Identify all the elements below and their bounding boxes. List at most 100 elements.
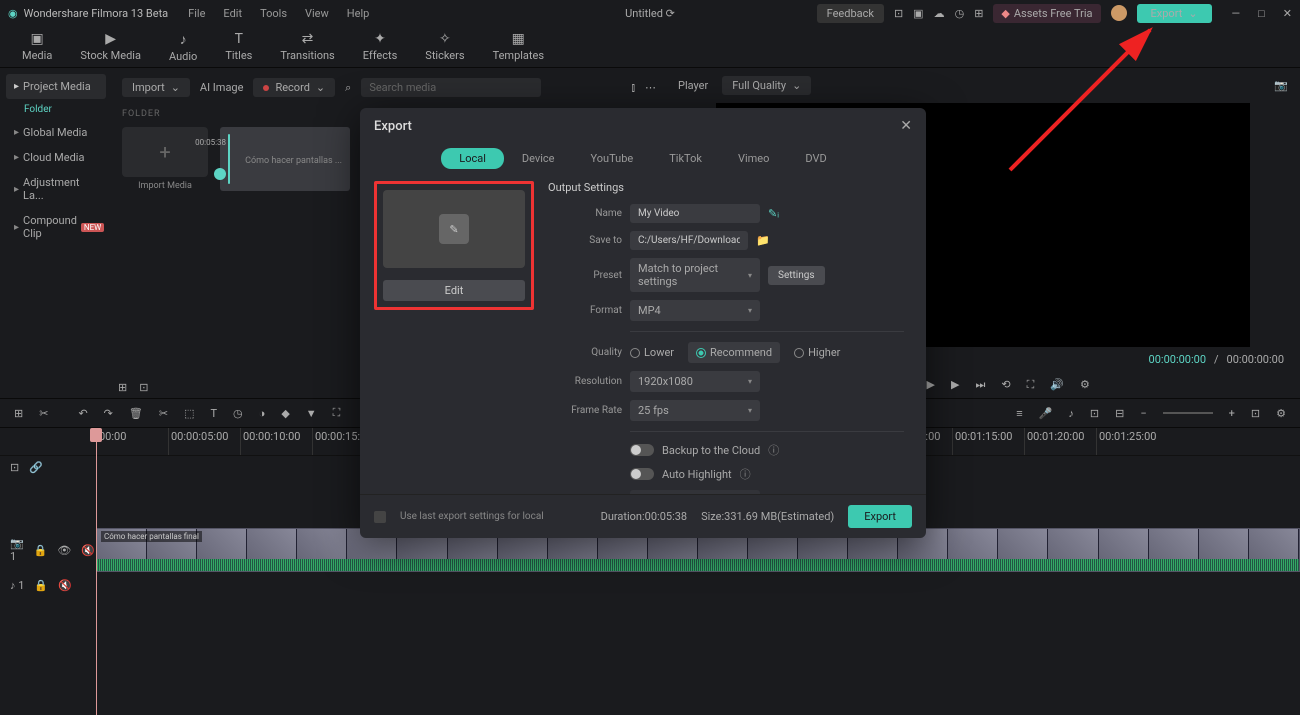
browse-folder-icon[interactable]: 📁: [756, 234, 770, 247]
chain-icon[interactable]: 🔗: [29, 461, 43, 474]
screenshot-icon[interactable]: ⊡: [894, 7, 903, 20]
audio-tool-icon[interactable]: ♪: [1068, 407, 1074, 420]
info-icon[interactable]: ⓘ: [768, 442, 779, 458]
edit-preview-button[interactable]: Edit: [383, 280, 525, 301]
mixer-icon[interactable]: ≡: [1016, 407, 1022, 420]
marker-icon[interactable]: ▼: [306, 407, 317, 420]
ai-name-icon[interactable]: ✎ᵢ: [768, 207, 779, 220]
filter-icon[interactable]: ⫾: [631, 81, 635, 95]
info-icon[interactable]: ⓘ: [740, 466, 751, 482]
record-icon[interactable]: ▣: [913, 7, 923, 20]
next-frame-icon[interactable]: ⏭: [975, 378, 985, 392]
mute-track-icon[interactable]: 🔇: [81, 544, 95, 557]
name-input[interactable]: [630, 204, 760, 223]
color-icon[interactable]: ◑: [259, 407, 266, 420]
export-confirm-button[interactable]: Export: [848, 505, 912, 528]
quality-higher-radio[interactable]: Higher: [794, 342, 840, 363]
sidebar-compound-clip[interactable]: ▸ Compound Clip NEW: [6, 208, 106, 246]
cloud-icon[interactable]: ☁: [934, 7, 945, 20]
apps-icon[interactable]: ⊞: [974, 7, 983, 20]
resolution-select[interactable]: 1920x1080▾: [630, 371, 760, 392]
menu-tools[interactable]: Tools: [260, 7, 287, 20]
crop-icon[interactable]: ⬚: [184, 407, 194, 420]
tab-transitions[interactable]: ⇄Transitions: [266, 27, 348, 66]
zoom-out-icon[interactable]: −: [1140, 407, 1146, 420]
avatar-icon[interactable]: [1111, 5, 1127, 21]
quality-recommend-radio[interactable]: Recommend: [688, 342, 780, 363]
step-fwd-icon[interactable]: ▶: [951, 378, 959, 392]
speed-icon[interactable]: ◷: [233, 407, 243, 420]
audio-track-1[interactable]: ♪ 1🔒🔇: [0, 574, 1300, 596]
tab-media[interactable]: ▣Media: [8, 27, 66, 66]
select-tool-icon[interactable]: ⊞: [14, 407, 23, 420]
preset-select[interactable]: Match to project settings▾: [630, 258, 760, 292]
media-clip-card[interactable]: 00:05:38 Cómo hacer pantallas ...: [220, 127, 350, 191]
new-bin-icon[interactable]: ⊡: [139, 381, 148, 394]
use-last-checkbox[interactable]: [374, 511, 386, 523]
snapshot-icon[interactable]: 📷: [1274, 79, 1288, 92]
import-dropdown[interactable]: Import ⌄: [122, 78, 190, 97]
snap-icon[interactable]: ⊟: [1115, 407, 1124, 420]
preset-settings-button[interactable]: Settings: [768, 266, 825, 285]
export-tab-youtube[interactable]: YouTube: [573, 148, 652, 169]
menu-file[interactable]: File: [188, 7, 205, 20]
mute-icon[interactable]: 🔊: [1050, 378, 1064, 392]
close-window-icon[interactable]: ✕: [1283, 7, 1292, 20]
tab-audio[interactable]: ♪Audio: [155, 27, 211, 67]
text-icon[interactable]: T: [210, 407, 217, 420]
record-dropdown[interactable]: Record ⌄: [253, 78, 335, 97]
timeline-settings-icon[interactable]: ⚙: [1276, 407, 1286, 420]
ai-image-button[interactable]: AI Image: [200, 81, 244, 94]
keyframe-icon[interactable]: ◆: [281, 407, 289, 420]
play-icon[interactable]: ▶: [927, 378, 935, 392]
tab-stock-media[interactable]: ▶Stock Media: [66, 27, 155, 66]
zoom-fit-icon[interactable]: ⊡: [1251, 407, 1260, 420]
link-icon[interactable]: ⊡: [10, 461, 19, 474]
undo-icon[interactable]: ↶: [78, 407, 87, 420]
format-select[interactable]: MP4▾: [630, 300, 760, 321]
lock-icon[interactable]: 🔒: [34, 544, 48, 557]
sync-icon[interactable]: ⟳: [666, 7, 675, 20]
export-tab-vimeo[interactable]: Vimeo: [720, 148, 787, 169]
sidebar-global-media[interactable]: ▸ Global Media: [6, 120, 106, 145]
zoom-slider[interactable]: [1163, 412, 1213, 414]
sidebar-folder[interactable]: Folder: [6, 99, 106, 120]
quality-lower-radio[interactable]: Lower: [630, 342, 674, 363]
fullscreen-icon[interactable]: ⛶: [1027, 378, 1035, 392]
new-folder-icon[interactable]: ⊞: [118, 381, 127, 394]
search-input[interactable]: Search media: [361, 78, 541, 97]
close-dialog-icon[interactable]: ✕: [900, 118, 912, 134]
tab-titles[interactable]: TTitles: [211, 27, 266, 66]
export-tab-tiktok[interactable]: TikTok: [651, 148, 720, 169]
delete-icon[interactable]: 🗑: [129, 407, 143, 420]
export-tab-local[interactable]: Local: [441, 148, 504, 169]
backup-cloud-toggle[interactable]: [630, 444, 654, 456]
export-tab-device[interactable]: Device: [504, 148, 573, 169]
zoom-in-icon[interactable]: +: [1229, 407, 1235, 420]
export-tab-dvd[interactable]: DVD: [787, 148, 844, 169]
sidebar-project-media[interactable]: ▸ Project Media: [6, 74, 106, 99]
cut-tool-icon[interactable]: ✂: [39, 407, 48, 420]
playhead[interactable]: [96, 428, 97, 715]
quality-dropdown[interactable]: Full Quality ⌄: [722, 76, 811, 95]
more-icon[interactable]: ⋯: [645, 81, 656, 94]
menu-help[interactable]: Help: [347, 7, 370, 20]
menu-view[interactable]: View: [305, 7, 329, 20]
assets-button[interactable]: ◆Assets Free Tria: [993, 4, 1100, 23]
tab-stickers[interactable]: ✧Stickers: [411, 27, 478, 66]
visibility-icon[interactable]: 👁: [57, 544, 71, 557]
redo-icon[interactable]: ↷: [104, 407, 113, 420]
sidebar-cloud-media[interactable]: ▸ Cloud Media: [6, 145, 106, 170]
expand-icon[interactable]: ⛶: [333, 406, 341, 420]
tab-templates[interactable]: ▦Templates: [479, 27, 558, 66]
menu-edit[interactable]: Edit: [223, 7, 242, 20]
import-media-card[interactable]: + Import Media: [122, 127, 208, 191]
auto-highlight-toggle[interactable]: [630, 468, 654, 480]
split-icon[interactable]: ✂: [159, 407, 168, 420]
render-icon[interactable]: ⊡: [1090, 407, 1099, 420]
lock-icon[interactable]: 🔒: [34, 579, 48, 592]
notification-icon[interactable]: ◷: [955, 7, 965, 20]
framerate-select[interactable]: 25 fps▾: [630, 400, 760, 421]
mute-track-icon[interactable]: 🔇: [58, 579, 72, 592]
tab-effects[interactable]: ✦Effects: [349, 27, 412, 66]
